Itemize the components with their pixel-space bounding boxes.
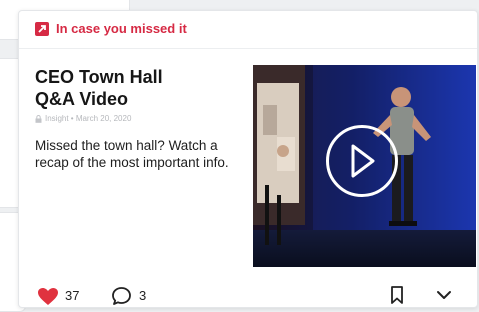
bookmark-flag-icon — [35, 22, 49, 36]
card-header: In case you missed it — [19, 11, 477, 49]
chevron-down-icon[interactable] — [436, 290, 452, 300]
feed-card[interactable]: In case you missed it CEO Town Hall Q&A … — [18, 10, 478, 308]
card-footer — [19, 279, 477, 307]
post-title-line: Q&A Video — [35, 89, 129, 109]
comment-icon[interactable] — [111, 286, 132, 306]
heart-icon[interactable] — [37, 287, 59, 306]
post-title-line: CEO Town Hall — [35, 67, 163, 87]
post-description: Missed the town hall? Watch a recap of t… — [35, 138, 229, 170]
bookmark-icon[interactable] — [390, 285, 404, 305]
play-icon — [351, 144, 375, 178]
section-label: In case you missed it — [56, 21, 187, 36]
post-meta-text: Insight • March 20, 2020 — [45, 114, 132, 123]
post-meta: Insight • March 20, 2020 — [35, 114, 131, 123]
like-count: 37 — [65, 288, 80, 303]
play-button[interactable] — [326, 125, 398, 197]
comment-count: 3 — [139, 288, 147, 303]
lock-icon — [35, 114, 42, 123]
post-title[interactable]: CEO Town Hall Q&A Video — [35, 66, 225, 110]
